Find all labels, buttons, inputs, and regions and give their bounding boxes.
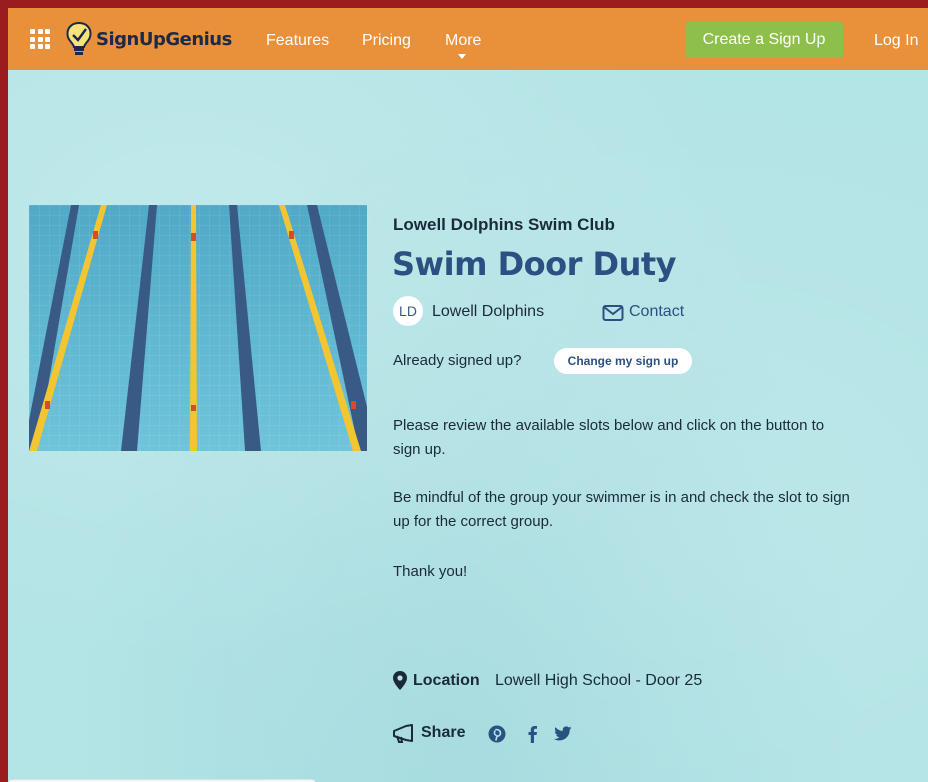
pool-lanes-illustration xyxy=(29,205,367,451)
pinterest-icon[interactable] xyxy=(487,724,507,744)
organization-name: Lowell Dolphins Swim Club xyxy=(393,215,615,234)
share-label: Share xyxy=(421,724,466,741)
map-pin-icon xyxy=(393,671,407,690)
facebook-icon[interactable] xyxy=(522,724,542,744)
location-label: Location xyxy=(413,672,480,689)
nav-more-dropdown[interactable]: More xyxy=(445,32,481,50)
page-frame: SignUpGenius Features Pricing More Creat… xyxy=(8,8,928,782)
megaphone-icon xyxy=(393,724,413,743)
owner-name: Lowell Dolphins xyxy=(432,303,545,320)
envelope-icon[interactable] xyxy=(602,304,624,322)
caret-down-icon xyxy=(458,54,466,59)
signupgenius-logo[interactable]: SignUpGenius xyxy=(64,21,232,57)
nav-features-link[interactable]: Features xyxy=(266,32,329,50)
nav-pricing-link[interactable]: Pricing xyxy=(362,32,411,50)
apps-grid-icon[interactable] xyxy=(30,29,50,49)
logo-wordmark: SignUpGenius xyxy=(96,28,232,50)
description-paragraph: Thank you! xyxy=(393,563,468,580)
change-my-sign-up-button[interactable]: Change my sign up xyxy=(554,348,692,374)
swimming-pool-image xyxy=(29,205,367,451)
description-paragraph: Be mindful of the group your swimmer is … xyxy=(393,489,850,530)
twitter-icon[interactable] xyxy=(553,724,573,744)
description-paragraph: Please review the available slots below … xyxy=(393,417,825,458)
log-in-link[interactable]: Log In xyxy=(874,32,918,50)
lightbulb-logo-icon xyxy=(66,21,92,55)
already-signed-up-label: Already signed up? xyxy=(393,352,522,369)
location-value: Lowell High School - Door 25 xyxy=(495,672,703,689)
create-sign-up-button[interactable]: Create a Sign Up xyxy=(685,22,843,58)
contact-link[interactable]: Contact xyxy=(629,303,684,321)
top-navigation-bar: SignUpGenius Features Pricing More Creat… xyxy=(8,8,928,70)
owner-avatar: LD xyxy=(393,296,423,326)
sign-up-title: Swim Door Duty xyxy=(392,245,677,283)
